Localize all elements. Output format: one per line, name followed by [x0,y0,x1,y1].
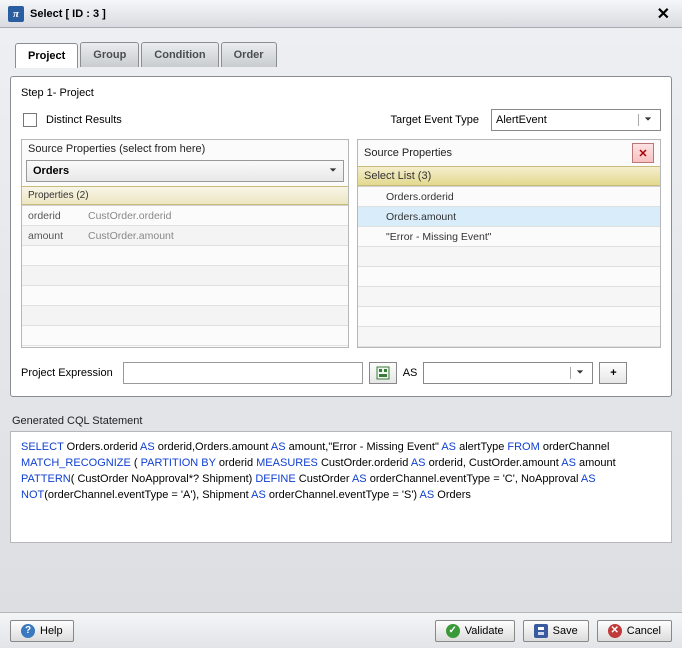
select-list-header-text: Select List (3) [364,170,431,182]
validate-button[interactable]: ✓ Validate [435,620,515,642]
empty-row [22,246,348,266]
delete-button[interactable]: ✕ [632,143,654,163]
window-title: Select [ ID : 3 ] [30,8,106,20]
select-list-item-label: Orders.orderid [386,191,454,203]
properties-header-text: Properties (2) [28,190,89,201]
distinct-checkbox[interactable] [23,113,37,127]
cancel-button[interactable]: ✕ Cancel [597,620,672,642]
cancel-icon: ✕ [608,624,622,638]
expression-icon [376,366,390,380]
property-name: amount [28,230,88,242]
chevron-down-icon [638,114,656,126]
select-list-item[interactable]: Orders.orderid [358,187,660,207]
titlebar: π Select [ ID : 3 ] ✕ [0,0,682,28]
project-expression-row: Project Expression AS + [21,362,661,384]
source-properties-panel: Source Properties (select from here) Ord… [21,139,349,348]
select-list-item[interactable]: "Error - Missing Event" [358,227,660,247]
property-name: orderid [28,210,88,222]
close-button[interactable]: ✕ [653,4,674,24]
add-expression-button[interactable]: + [599,362,627,384]
save-icon [534,624,548,638]
tab-group[interactable]: Group [80,42,139,67]
help-icon: ? [21,624,35,638]
pi-icon: π [8,6,24,22]
select-list-panel: Source Properties ✕ Select List (3) Orde… [357,139,661,348]
empty-row [358,247,660,267]
property-row[interactable]: orderid CustOrder.orderid [22,206,348,226]
select-list-header[interactable]: Select List (3) [358,166,660,186]
tabs: Project Group Condition Order [15,42,672,67]
select-list-item[interactable]: Orders.amount [358,207,660,227]
empty-row [358,327,660,347]
chevron-down-icon [329,165,337,177]
select-list-item-label: "Error - Missing Event" [386,231,491,243]
save-label: Save [553,625,578,637]
cql-title: Generated CQL Statement [12,415,672,427]
empty-row [22,286,348,306]
select-list-title-row: Source Properties ✕ [358,140,660,166]
select-list-title: Source Properties [364,147,452,159]
properties-grid: orderid CustOrder.orderid amount CustOrd… [22,205,348,346]
help-label: Help [40,625,63,637]
dialog-window: π Select [ ID : 3 ] ✕ Project Group Cond… [0,0,682,648]
empty-row [22,326,348,346]
empty-row [358,267,660,287]
select-list-grid: Orders.orderid Orders.amount "Error - Mi… [358,186,660,347]
tab-panel-project: Step 1- Project Distinct Results Target … [10,76,672,397]
validate-label: Validate [465,625,504,637]
properties-header[interactable]: Properties (2) [22,186,348,205]
distinct-target-row: Distinct Results Target Event Type Alert… [21,109,661,131]
step-title: Step 1- Project [21,87,661,99]
empty-row [358,287,660,307]
target-event-type-value: AlertEvent [496,114,547,126]
empty-row [22,306,348,326]
footer: ? Help ✓ Validate Save ✕ Cancel [0,612,682,648]
source-stream-value: Orders [33,165,69,177]
target-event-type-select[interactable]: AlertEvent [491,109,661,131]
as-alias-select[interactable] [423,362,593,384]
property-row[interactable]: amount CustOrder.amount [22,226,348,246]
save-button[interactable]: Save [523,620,589,642]
source-stream-select[interactable]: Orders [26,160,344,182]
cql-section: Generated CQL Statement SELECT Orders.or… [10,411,672,543]
source-properties-title: Source Properties (select from here) [22,140,348,158]
property-value: CustOrder.amount [88,230,174,242]
expression-builder-button[interactable] [369,362,397,384]
mid-grid: Source Properties (select from here) Ord… [21,139,661,348]
property-value: CustOrder.orderid [88,210,171,222]
cancel-label: Cancel [627,625,661,637]
distinct-label: Distinct Results [46,114,122,126]
empty-row [22,266,348,286]
select-list-item-label: Orders.amount [386,211,456,223]
dialog-body: Project Group Condition Order Step 1- Pr… [0,28,682,612]
empty-row [358,307,660,327]
target-event-type-label: Target Event Type [391,114,479,126]
cql-statement-box: SELECT Orders.orderid AS orderid,Orders.… [10,431,672,543]
check-icon: ✓ [446,624,460,638]
help-button[interactable]: ? Help [10,620,74,642]
project-expression-label: Project Expression [21,367,113,379]
chevron-down-icon [570,367,588,379]
tab-project[interactable]: Project [15,43,78,68]
as-label: AS [403,367,418,379]
project-expression-input[interactable] [123,362,363,384]
tab-order[interactable]: Order [221,42,277,67]
source-properties-title-text: Source Properties (select from here) [28,143,205,155]
tab-condition[interactable]: Condition [141,42,218,67]
